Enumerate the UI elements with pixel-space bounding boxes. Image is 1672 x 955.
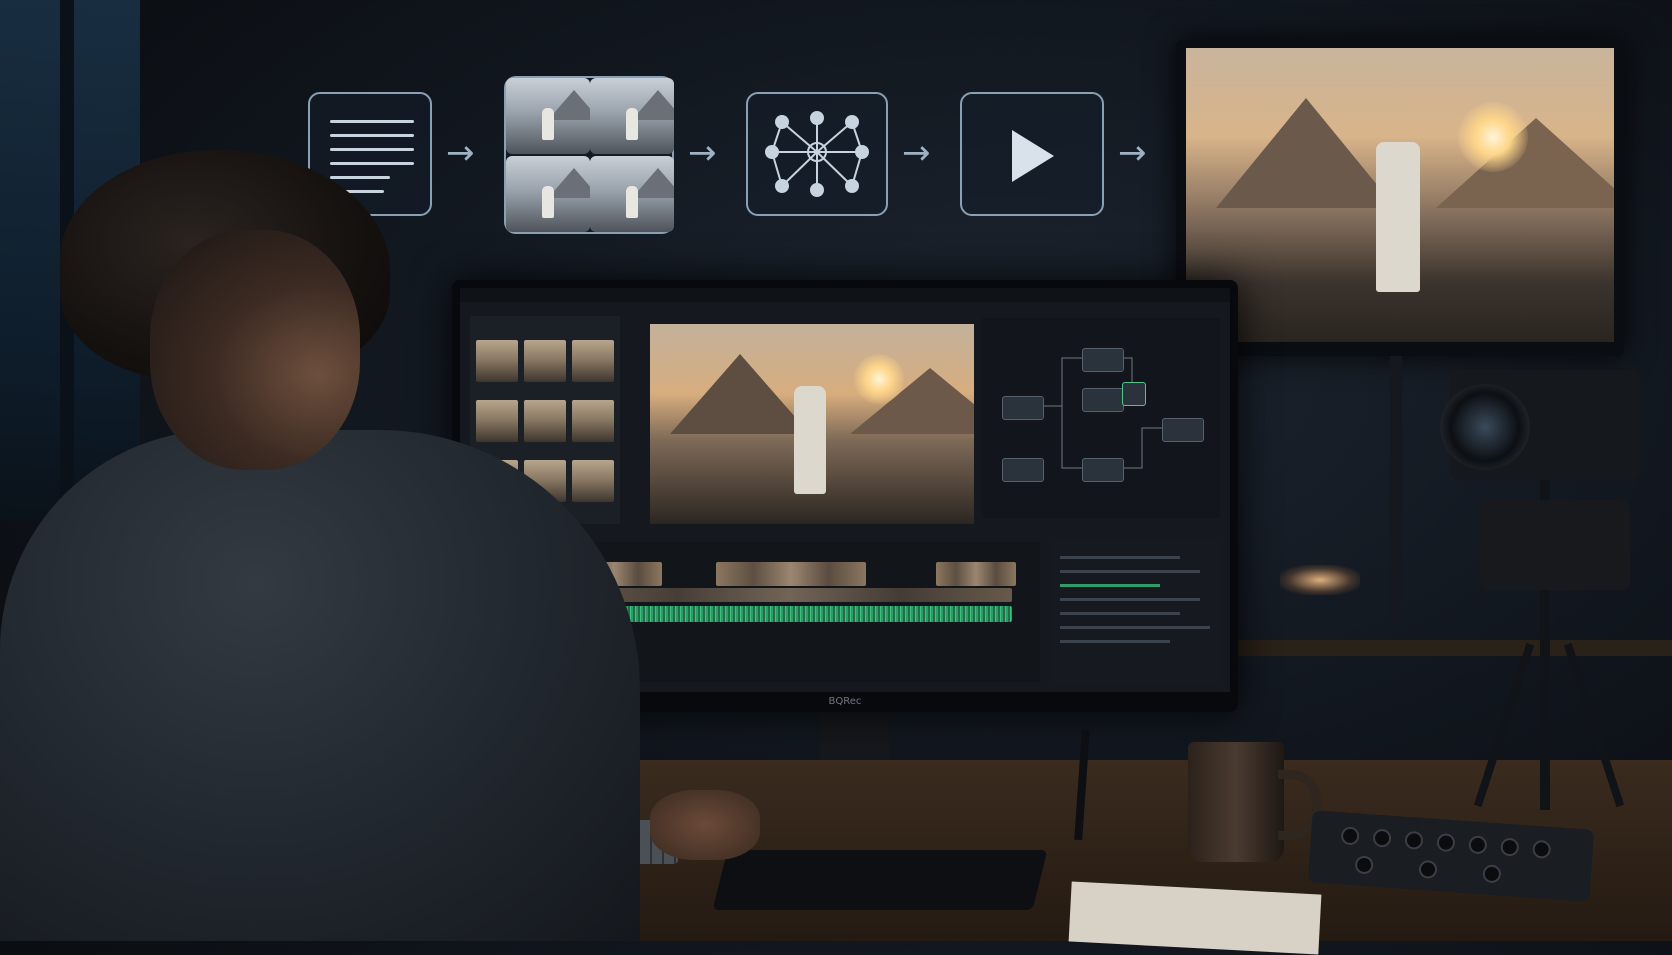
media-thumb[interactable] xyxy=(572,400,614,442)
pipeline-step-network xyxy=(746,92,888,216)
media-thumb[interactable] xyxy=(572,340,614,382)
graph-node[interactable] xyxy=(1082,458,1124,482)
graph-node[interactable] xyxy=(1002,458,1044,482)
back-shelf xyxy=(1230,640,1672,656)
arrow-icon: → xyxy=(446,133,475,173)
display-stand xyxy=(1390,356,1402,626)
camera-lens xyxy=(1440,384,1530,470)
video-clip[interactable] xyxy=(716,562,866,586)
play-icon xyxy=(1012,130,1054,182)
graph-node[interactable] xyxy=(1002,396,1044,420)
coffee-mug xyxy=(1188,742,1284,862)
pen-tablet xyxy=(712,850,1048,910)
inspector-panel[interactable] xyxy=(1050,542,1222,682)
media-thumb[interactable] xyxy=(476,400,518,442)
shelf-lamp-glow xyxy=(1280,565,1360,595)
graph-node[interactable] xyxy=(1082,388,1124,412)
workspace-scene: → → → → BQRec xyxy=(0,0,1672,955)
arrow-icon: → xyxy=(1118,133,1147,173)
audio-waveform[interactable] xyxy=(566,606,1012,622)
graph-node[interactable] xyxy=(1162,418,1204,442)
person-hand xyxy=(650,790,760,860)
node-graph[interactable] xyxy=(982,318,1220,518)
arrow-icon: → xyxy=(688,133,717,173)
graph-node-active[interactable] xyxy=(1122,382,1146,406)
network-icon xyxy=(765,111,869,197)
wall-display xyxy=(1176,40,1624,356)
media-thumb[interactable] xyxy=(476,340,518,382)
video-clip[interactable] xyxy=(936,562,1016,586)
arrow-icon: → xyxy=(902,133,931,173)
pipeline-step-images xyxy=(504,76,674,234)
camera-rig xyxy=(1480,500,1630,590)
media-thumb[interactable] xyxy=(572,460,614,502)
menu-bar xyxy=(460,288,1230,302)
video-viewer[interactable] xyxy=(650,324,974,524)
graph-node[interactable] xyxy=(1082,348,1124,372)
media-thumb[interactable] xyxy=(524,340,566,382)
display-image xyxy=(1186,48,1614,342)
notebook xyxy=(1068,881,1322,955)
person-head xyxy=(150,230,360,470)
video-track-strip[interactable] xyxy=(566,588,1012,602)
person-body xyxy=(0,430,640,941)
media-thumb[interactable] xyxy=(524,400,566,442)
pipeline-step-video xyxy=(960,92,1104,216)
